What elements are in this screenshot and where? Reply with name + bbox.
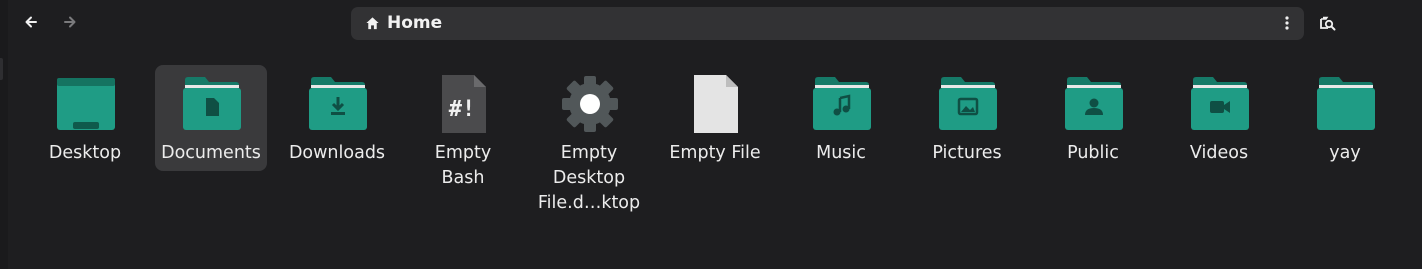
blank-file-icon: [694, 75, 738, 133]
search-button[interactable]: [1314, 9, 1342, 37]
videos-folder-icon: [1191, 77, 1249, 130]
file-item-empty-file[interactable]: Empty File: [659, 65, 771, 171]
file-label: Public: [1067, 143, 1119, 163]
file-item-desktop[interactable]: Desktop: [29, 65, 141, 171]
file-item-empty-desktop-file[interactable]: Empty Desktop File.d…ktop: [533, 65, 645, 213]
file-label: Empty Bash: [434, 143, 492, 188]
location-label[interactable]: Home: [387, 13, 442, 33]
public-folder-icon: [1065, 77, 1123, 130]
file-label: Empty Desktop File.d…ktop: [537, 143, 641, 213]
back-button[interactable]: [17, 8, 45, 36]
file-label: yay: [1329, 143, 1361, 163]
desktop-folder-icon: [57, 78, 115, 130]
file-item-documents[interactable]: Documents: [155, 65, 267, 171]
header-bar: Home: [0, 0, 1422, 46]
music-folder-icon: [813, 77, 871, 130]
file-label: Downloads: [288, 143, 386, 163]
home-icon: [366, 17, 379, 30]
file-item-yay[interactable]: yay: [1289, 65, 1401, 171]
svg-text:#!: #!: [449, 97, 476, 122]
file-item-music[interactable]: Music: [785, 65, 897, 171]
search-folder-icon: [1320, 16, 1336, 31]
file-label: Videos: [1189, 143, 1249, 163]
arrow-right-icon: [64, 16, 76, 28]
documents-folder-icon: [183, 77, 241, 130]
pictures-folder-icon: [939, 77, 997, 130]
file-label: Music: [816, 143, 866, 163]
file-label: Documents: [161, 143, 261, 163]
file-label: Desktop: [48, 143, 122, 163]
vertical-dots-icon: [1285, 16, 1289, 30]
file-item-videos[interactable]: Videos: [1163, 65, 1275, 171]
gear-icon: [562, 76, 618, 132]
folder-icon: [1317, 77, 1375, 130]
location-bar[interactable]: Home: [351, 7, 1304, 40]
downloads-folder-icon: [309, 77, 367, 130]
file-item-pictures[interactable]: Pictures: [911, 65, 1023, 171]
file-item-downloads[interactable]: Downloads: [281, 65, 393, 171]
forward-button[interactable]: [56, 8, 84, 36]
file-label: Pictures: [932, 143, 1002, 163]
bash-script-icon: #!: [442, 75, 486, 133]
arrow-left-icon: [25, 16, 37, 28]
file-item-empty-bash[interactable]: #! Empty Bash: [407, 65, 519, 188]
file-grid: Desktop Documents Downloads #! Empty Bas…: [0, 64, 1422, 264]
file-label: Empty File: [669, 143, 761, 163]
location-menu-button[interactable]: [1276, 12, 1298, 34]
file-item-public[interactable]: Public: [1037, 65, 1149, 171]
